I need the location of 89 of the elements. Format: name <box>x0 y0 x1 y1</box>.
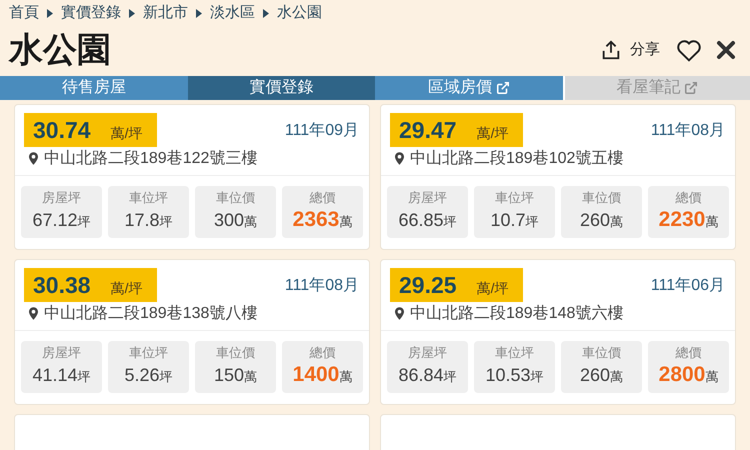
record-card[interactable]: 30.74 萬/坪 111年09月 中山北路二段189巷122號三樓 房屋坪 67.12坪 車位坪 17.8坪 車位價 300萬 總價 2363萬 <box>14 104 370 250</box>
stat-label: 車位坪 <box>129 188 168 206</box>
stat-label: 總價 <box>310 344 336 362</box>
stat-label: 房屋坪 <box>42 188 81 206</box>
address: 中山北路二段189巷148號六樓 <box>410 304 624 324</box>
unit-price: 29.47 <box>399 116 457 144</box>
stat-label: 房屋坪 <box>408 188 447 206</box>
stat-unit: 坪 <box>526 212 539 230</box>
stat-value: 2230 <box>658 206 706 232</box>
stat-value: 17.8 <box>124 208 160 232</box>
page-title: 水公園 <box>9 30 111 70</box>
location-pin-icon <box>395 152 404 165</box>
stat-value: 150 <box>214 364 244 386</box>
stat-value: 86.84 <box>398 364 444 386</box>
stat-label: 總價 <box>676 188 702 206</box>
stat-unit: 坪 <box>530 368 544 386</box>
stat-label: 總價 <box>676 344 702 362</box>
stat-label: 車位坪 <box>495 344 534 362</box>
chevron-right-icon <box>47 8 53 18</box>
stat-label: 房屋坪 <box>408 344 447 362</box>
stat-value: 41.14 <box>32 364 78 386</box>
unit-price: 29.25 <box>399 270 457 298</box>
stat-value: 1400 <box>292 362 340 388</box>
breadcrumb-link[interactable]: 淡水區 <box>210 2 255 24</box>
tab[interactable]: 區域房價 <box>375 76 562 100</box>
unit-price: 30.74 <box>33 116 91 144</box>
location-pin-icon <box>29 152 38 165</box>
stat-value: 2363 <box>292 206 340 232</box>
stat-label: 總價 <box>310 188 336 206</box>
stat-label: 車位價 <box>582 188 621 206</box>
stat-unit: 萬 <box>339 368 352 386</box>
stat-unit: 萬 <box>244 368 258 386</box>
chevron-right-icon <box>129 8 135 18</box>
stat-unit: 坪 <box>444 212 457 230</box>
stat-unit: 坪 <box>78 212 91 230</box>
stat-unit: 萬 <box>339 212 352 230</box>
close-icon[interactable] <box>716 40 736 60</box>
tab[interactable]: 待售房屋 <box>0 76 188 100</box>
record-card[interactable]: 29.47 萬/坪 111年08月 中山北路二段189巷102號五樓 房屋坪 66.85坪 車位坪 10.7坪 車位價 260萬 總價 2230萬 <box>380 104 736 250</box>
stat-unit: 萬 <box>705 368 718 386</box>
record-card[interactable]: 30.38 萬/坪 111年08月 中山北路二段189巷138號八樓 房屋坪 41.14坪 車位坪 5.26坪 車位價 150萬 總價 1400萬 <box>14 258 370 404</box>
chevron-right-icon <box>196 8 202 18</box>
stat-label: 車位價 <box>582 344 621 362</box>
stat-unit: 萬 <box>610 212 624 230</box>
stat-value: 260 <box>580 364 610 386</box>
address: 中山北路二段189巷138號八樓 <box>44 304 258 324</box>
stat-value: 300 <box>214 208 244 232</box>
price-unit: 萬/坪 <box>476 124 508 142</box>
trade-date: 111年08月 <box>650 120 725 140</box>
location-pin-icon <box>29 307 38 320</box>
price-unit: 萬/坪 <box>110 278 142 298</box>
stat-value: 10.7 <box>490 208 526 232</box>
price-unit: 萬/坪 <box>476 278 508 298</box>
stat-unit: 坪 <box>160 368 173 386</box>
stat-value: 2800 <box>658 362 706 388</box>
breadcrumb-link[interactable]: 水公園 <box>277 2 322 24</box>
stat-unit: 坪 <box>160 212 173 230</box>
breadcrumb-link[interactable]: 實價登錄 <box>61 2 121 24</box>
stat-unit: 萬 <box>244 212 258 230</box>
stat-unit: 萬 <box>610 368 624 386</box>
heart-icon[interactable] <box>676 38 702 62</box>
share-icon[interactable] <box>600 39 622 61</box>
unit-price: 30.38 <box>33 270 91 298</box>
price-unit: 萬/坪 <box>110 124 142 142</box>
location-pin-icon <box>395 307 404 320</box>
trade-date: 111年09月 <box>284 120 359 140</box>
stat-value: 67.12 <box>32 208 78 232</box>
share-label[interactable]: 分享 <box>630 38 660 62</box>
stat-unit: 萬 <box>705 212 718 230</box>
stat-label: 車位價 <box>216 188 255 206</box>
breadcrumb-link[interactable]: 首頁 <box>9 2 39 24</box>
breadcrumb-link[interactable]: 新北市 <box>143 2 188 24</box>
stat-unit: 坪 <box>78 368 91 386</box>
tab[interactable]: 實價登錄 <box>188 76 375 100</box>
stat-label: 房屋坪 <box>42 344 81 362</box>
stat-value: 66.85 <box>398 208 444 232</box>
address: 中山北路二段189巷122號三樓 <box>44 148 258 168</box>
stat-value: 10.53 <box>485 364 531 386</box>
stat-label: 車位價 <box>216 344 255 362</box>
chevron-right-icon <box>263 8 269 18</box>
trade-date: 111年06月 <box>650 276 725 296</box>
stat-value: 5.26 <box>124 364 160 386</box>
trade-date: 111年08月 <box>284 276 359 296</box>
stat-label: 車位坪 <box>495 188 534 206</box>
stat-value: 260 <box>580 208 610 232</box>
stat-label: 車位坪 <box>129 344 168 362</box>
stat-unit: 坪 <box>444 368 457 386</box>
address: 中山北路二段189巷102號五樓 <box>410 148 624 168</box>
record-card[interactable]: 29.25 萬/坪 111年06月 中山北路二段189巷148號六樓 房屋坪 86.84坪 車位坪 10.53坪 車位價 260萬 總價 2800萬 <box>380 258 736 404</box>
